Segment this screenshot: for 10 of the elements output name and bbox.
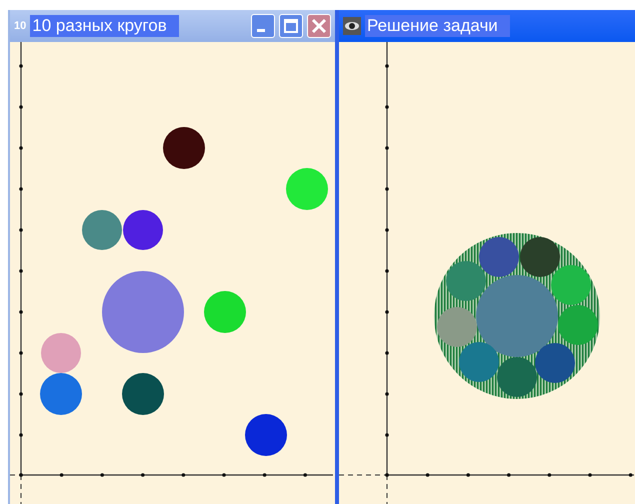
window-title: 10 разных кругов [30,15,179,37]
maximize-icon [284,19,298,33]
window-icon-label: 10 [14,20,26,32]
close-icon [311,18,327,34]
maximize-button[interactable] [279,14,303,38]
close-button[interactable] [307,14,331,38]
window-title: Решение задачи [365,15,510,37]
eye-icon [343,17,361,35]
minimize-icon [257,29,265,32]
minimize-button[interactable] [251,14,275,38]
